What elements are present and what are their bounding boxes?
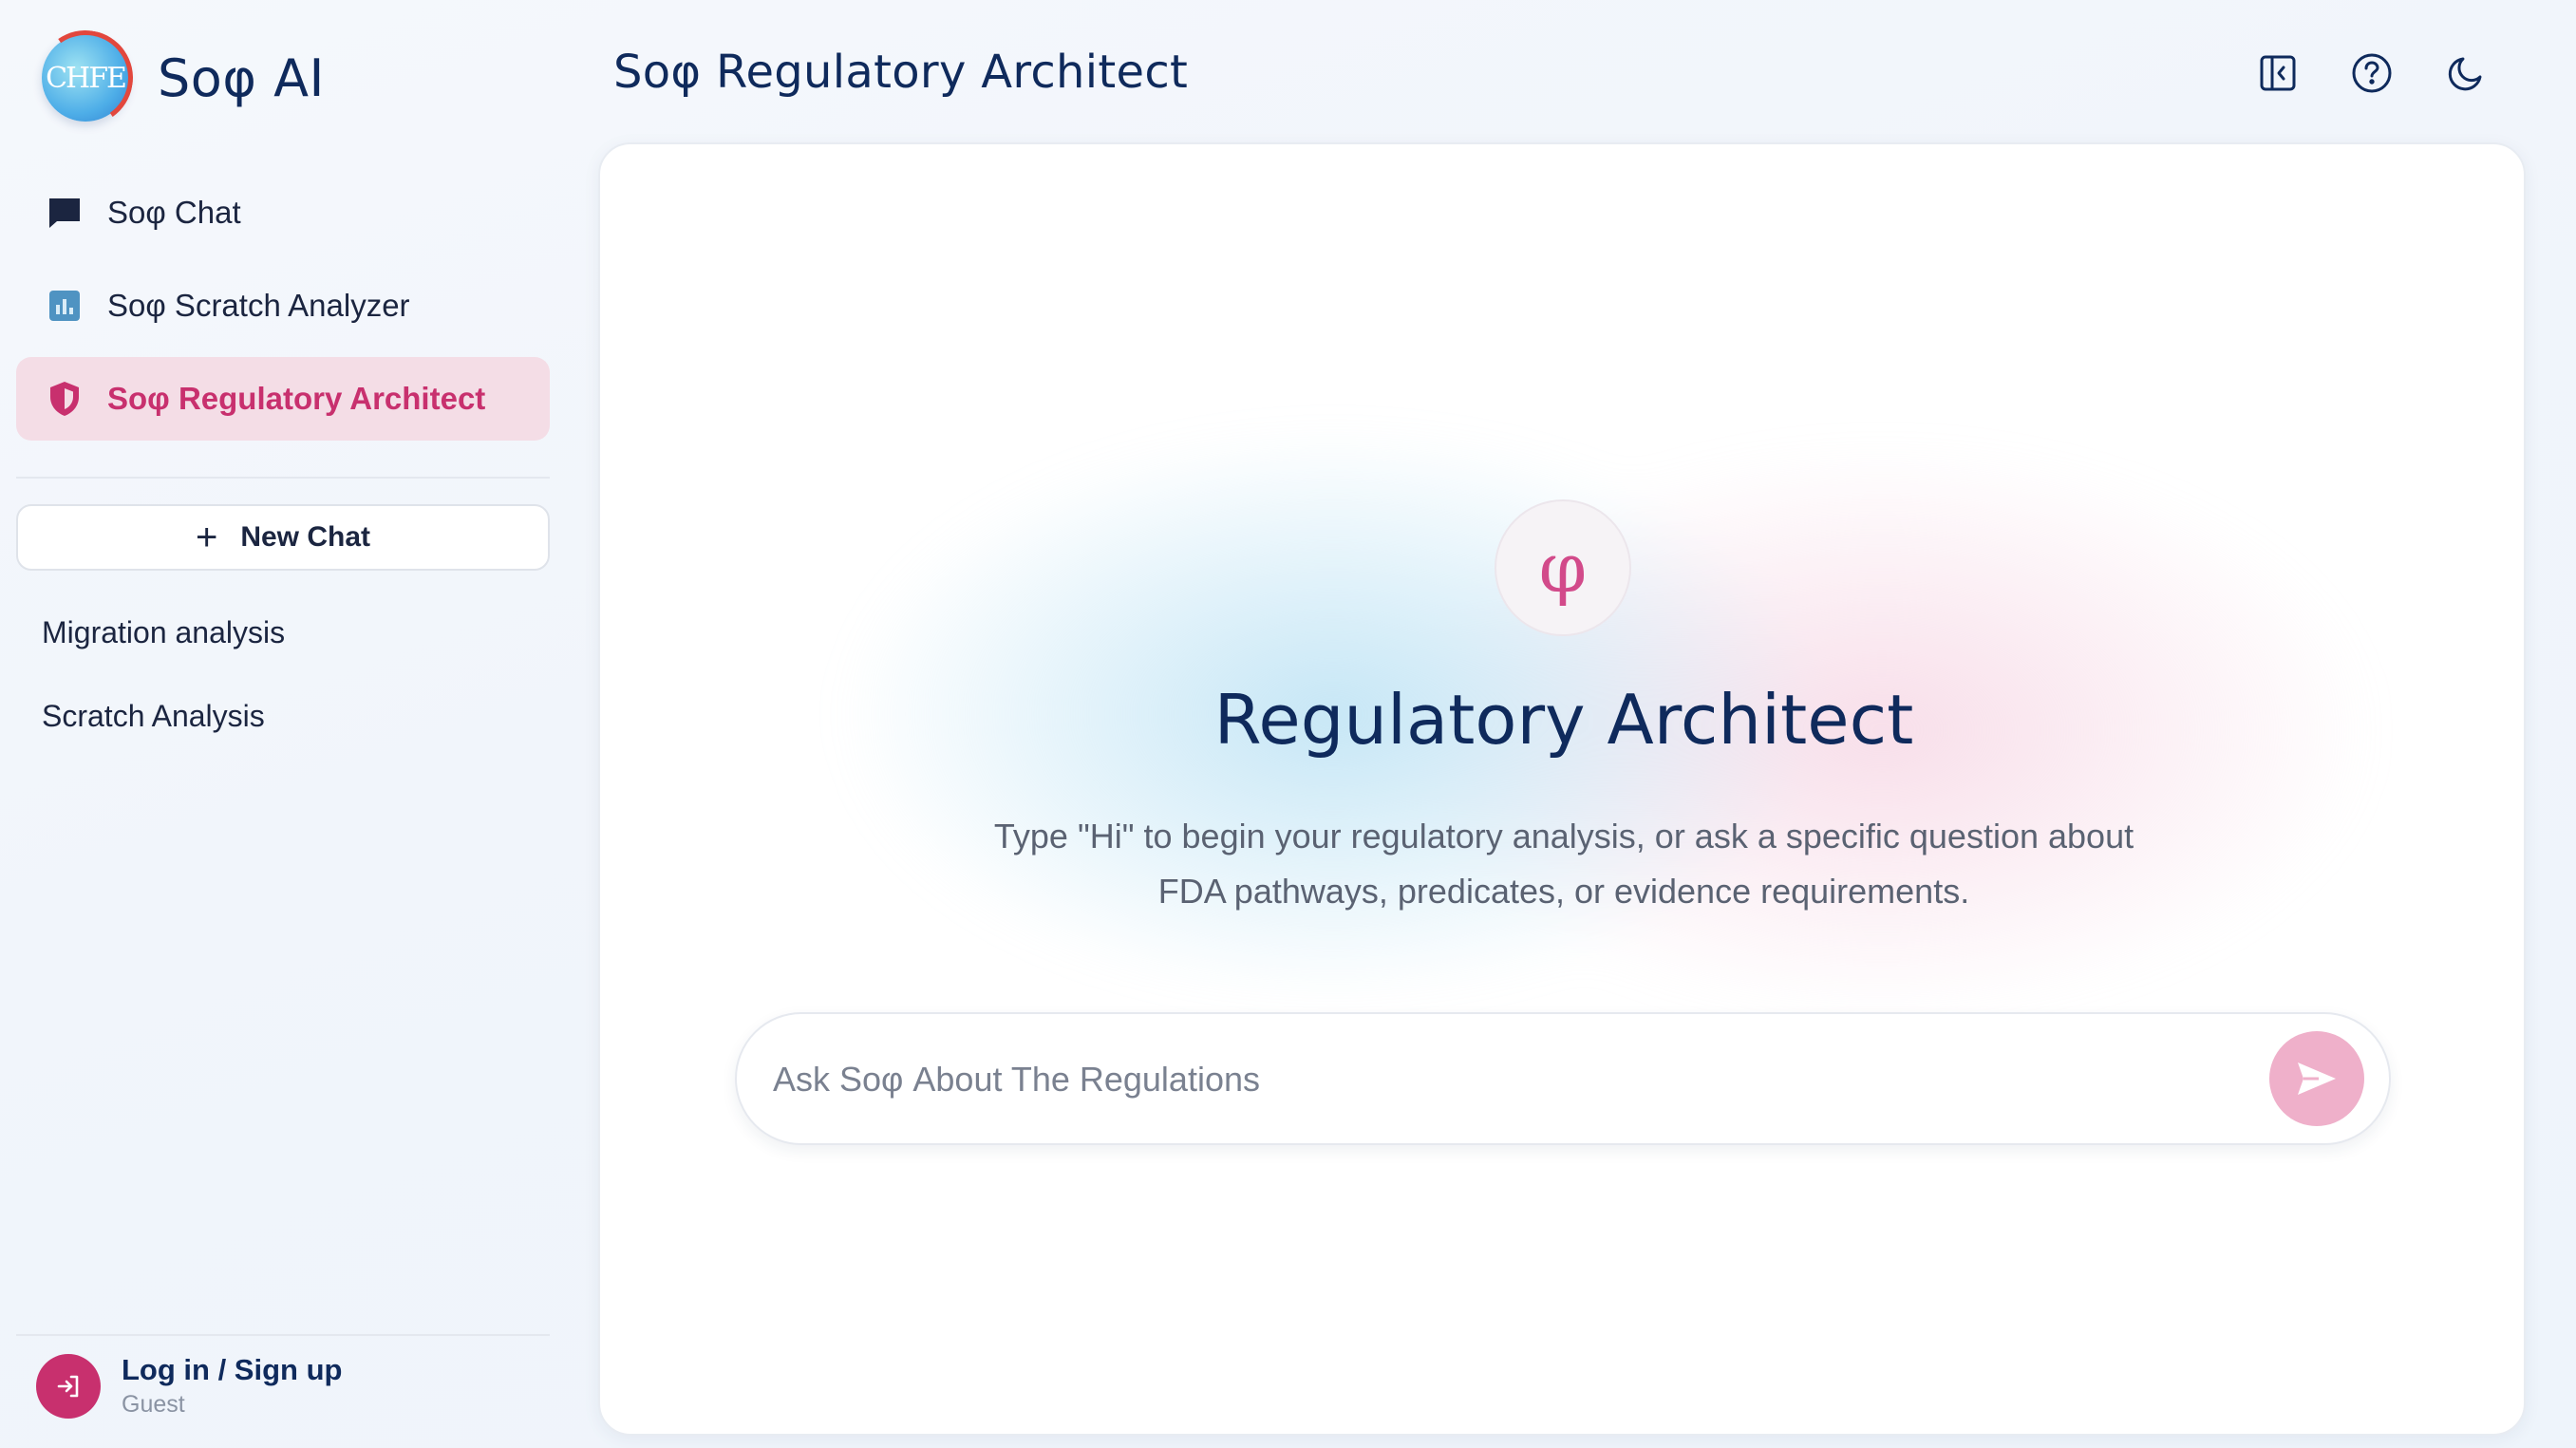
help-circle-icon[interactable] bbox=[2348, 49, 2396, 97]
plus-icon: + bbox=[195, 517, 218, 558]
app-name: Soφ AI bbox=[158, 47, 325, 108]
hero-title: Regulatory Architect bbox=[1213, 680, 1914, 760]
hero-subtitle-line: FDA pathways, predicates, or evidence re… bbox=[1157, 872, 1970, 911]
sidebar: CHFE Soφ AI Soφ Chat Soφ Scratch Analyze… bbox=[0, 0, 570, 1448]
nav-item-label: Soφ Chat bbox=[107, 195, 241, 230]
new-chat-button[interactable]: + New Chat bbox=[16, 504, 550, 571]
brand[interactable]: CHFE Soφ AI bbox=[42, 34, 325, 122]
hero-subtitle: Type "Hi" to begin your regulatory analy… bbox=[923, 809, 2205, 919]
chat-input-container bbox=[735, 1012, 2391, 1145]
main-panel: φ Regulatory Architect Type "Hi" to begi… bbox=[598, 142, 2526, 1436]
login-label: Log in / Sign up bbox=[122, 1353, 343, 1386]
chat-bubble-icon bbox=[47, 195, 83, 231]
phi-symbol-icon: φ bbox=[1495, 499, 1631, 636]
send-button[interactable] bbox=[2269, 1031, 2364, 1126]
chat-input[interactable] bbox=[771, 1048, 2199, 1111]
nav-item-label: Soφ Regulatory Architect bbox=[107, 381, 486, 416]
nav-item-label: Soφ Scratch Analyzer bbox=[107, 288, 410, 323]
new-chat-label: New Chat bbox=[240, 521, 371, 553]
shield-icon bbox=[47, 381, 83, 417]
bar-chart-icon bbox=[47, 288, 83, 324]
sidebar-divider bbox=[16, 477, 550, 479]
user-divider bbox=[16, 1334, 550, 1336]
user-role: Guest bbox=[122, 1391, 185, 1418]
login-signup-button[interactable]: Log in / Sign up Guest bbox=[36, 1353, 342, 1419]
logo-text: CHFE bbox=[46, 61, 127, 95]
send-icon bbox=[2298, 1062, 2336, 1095]
nav-item-soph-chat[interactable]: Soφ Chat bbox=[16, 171, 550, 254]
history-item[interactable]: Migration analysis bbox=[42, 615, 285, 650]
page-title: Soφ Regulatory Architect bbox=[613, 46, 1189, 99]
app-logo: CHFE bbox=[42, 34, 129, 122]
nav-item-regulatory-architect[interactable]: Soφ Regulatory Architect bbox=[16, 357, 550, 441]
hero-subtitle-line: Type "Hi" to begin your regulatory analy… bbox=[993, 817, 2134, 856]
login-icon bbox=[36, 1353, 101, 1419]
moon-icon[interactable] bbox=[2442, 49, 2490, 97]
nav-item-scratch-analyzer[interactable]: Soφ Scratch Analyzer bbox=[16, 264, 550, 348]
sidebar-toggle-icon[interactable] bbox=[2254, 49, 2302, 97]
history-item[interactable]: Scratch Analysis bbox=[42, 699, 265, 734]
